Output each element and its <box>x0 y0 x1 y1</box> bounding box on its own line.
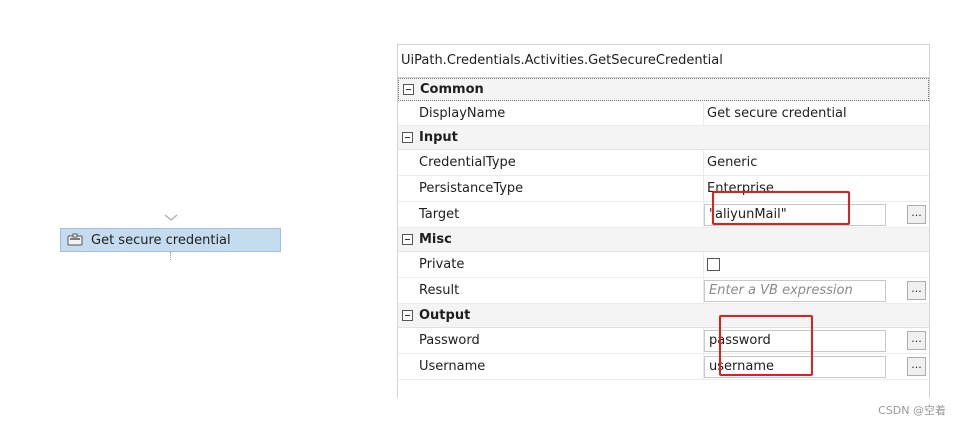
category-input[interactable]: Input <box>398 126 929 150</box>
result-input[interactable]: Enter a VB expression <box>704 279 886 302</box>
target-input[interactable]: "aliyunMail" <box>704 203 886 226</box>
private-value <box>704 252 929 277</box>
credential-activity-icon <box>67 233 83 247</box>
username-ellipsis-button[interactable]: ... <box>907 357 926 376</box>
credentialtype-value[interactable]: Generic <box>704 150 929 175</box>
property-row-username: Username username ... <box>398 354 929 380</box>
property-name: Private <box>398 252 704 277</box>
property-row-displayname: DisplayName Get secure credential <box>398 101 929 126</box>
category-label: Common <box>420 82 484 97</box>
collapse-icon[interactable] <box>402 234 413 245</box>
password-ellipsis-button[interactable]: ... <box>907 331 926 350</box>
category-label: Misc <box>419 232 452 247</box>
category-common[interactable]: Common <box>398 78 929 101</box>
result-value: Enter a VB expression ... <box>704 278 929 303</box>
username-value: username ... <box>704 354 929 379</box>
property-row-result: Result Enter a VB expression ... <box>398 278 929 304</box>
category-label: Output <box>419 308 471 323</box>
property-row-persistancetype: PersistanceType Enterprise <box>398 176 929 202</box>
persistancetype-text[interactable]: Enterprise <box>707 181 774 196</box>
private-checkbox[interactable] <box>707 258 720 271</box>
property-row-password: Password password ... <box>398 328 929 354</box>
get-secure-credential-activity[interactable]: Get secure credential <box>60 228 281 252</box>
displayname-text[interactable]: Get secure credential <box>707 106 847 121</box>
category-output[interactable]: Output <box>398 304 929 328</box>
property-name: Username <box>398 354 704 379</box>
connector-line <box>170 252 172 260</box>
target-ellipsis-button[interactable]: ... <box>907 205 926 224</box>
properties-panel: UiPath.Credentials.Activities.GetSecureC… <box>397 44 930 398</box>
password-value: password ... <box>704 328 929 353</box>
panel-title: UiPath.Credentials.Activities.GetSecureC… <box>398 45 929 78</box>
collapse-icon[interactable] <box>402 310 413 321</box>
connector-chevron-icon <box>164 214 178 221</box>
property-name: CredentialType <box>398 150 704 175</box>
username-input[interactable]: username <box>704 355 886 378</box>
collapse-icon[interactable] <box>403 84 414 95</box>
property-row-private: Private <box>398 252 929 278</box>
target-value: "aliyunMail" ... <box>704 202 929 227</box>
activity-label: Get secure credential <box>91 232 231 248</box>
property-grid: Common DisplayName Get secure credential… <box>398 78 929 380</box>
collapse-icon[interactable] <box>402 132 413 143</box>
category-misc[interactable]: Misc <box>398 228 929 252</box>
result-ellipsis-button[interactable]: ... <box>907 281 926 300</box>
category-label: Input <box>419 130 458 145</box>
displayname-value[interactable]: Get secure credential <box>704 101 929 125</box>
property-name: Password <box>398 328 704 353</box>
persistancetype-value[interactable]: Enterprise <box>704 176 929 201</box>
property-row-target: Target "aliyunMail" ... <box>398 202 929 228</box>
property-name: Target <box>398 202 704 227</box>
credentialtype-text[interactable]: Generic <box>707 155 757 170</box>
property-name: PersistanceType <box>398 176 704 201</box>
property-name: DisplayName <box>398 101 704 125</box>
property-row-credentialtype: CredentialType Generic <box>398 150 929 176</box>
property-name: Result <box>398 278 704 303</box>
watermark: CSDN @空着 <box>878 404 946 417</box>
password-input[interactable]: password <box>704 329 886 352</box>
